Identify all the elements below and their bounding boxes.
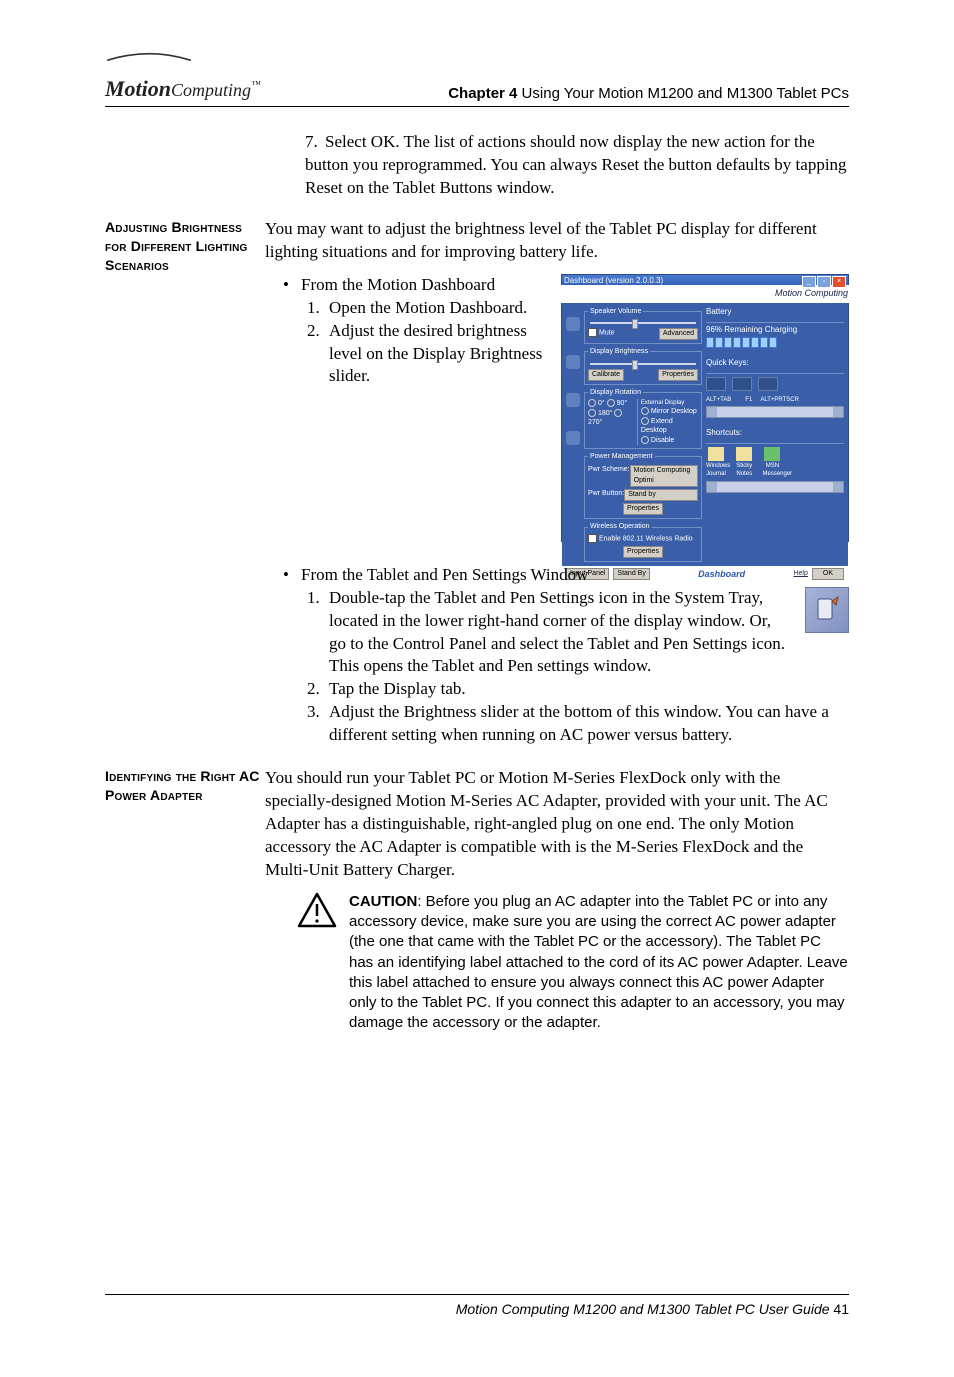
page-header: MotionComputing™ Chapter 4 Using Your Mo… [105,50,849,107]
rot-90 [607,399,615,407]
caution-icon [297,892,337,935]
db-brand: Motion Computing [558,285,852,303]
battery-label: Battery [706,307,844,318]
page-number: 41 [833,1301,849,1317]
power-icon [566,393,580,407]
shortcut-sticky[interactable]: Sticky Notes [734,447,754,478]
help-link[interactable]: Help [793,569,807,578]
dashboard-label: Dashboard [654,568,790,580]
tablet-pen-settings-icon [805,587,849,633]
mute-checkbox [588,328,597,337]
rot-180 [588,409,596,417]
wireless-properties-button[interactable]: Properties [623,546,663,558]
pwrbtn-select[interactable]: Stand by [624,489,698,501]
shortcuts-label: Shortcuts: [706,428,844,439]
ok-button[interactable]: OK [812,568,844,580]
caution-body: : Before you plug an AC adapter into the… [349,893,848,1032]
b1-step1: 1.Open the Motion Dashboard. [307,297,549,320]
dashboard-screenshot: Dashboard (version 2.0.0.3) _▫× Motion C… [561,274,849,542]
section1-intro: You may want to adjust the brightness le… [265,218,849,264]
chapter-line: Chapter 4 Using Your Motion M1200 and M1… [448,85,849,102]
db-side-icons [566,307,580,562]
wireless-icon [566,431,580,445]
step-number: 7. [305,131,325,154]
maximize-icon[interactable]: ▫ [817,276,831,288]
quickkeys-label: Quick Keys: [706,358,844,369]
db-window-buttons: _▫× [801,276,846,288]
logo-motion: Motion [105,76,171,101]
shortcut-journal[interactable]: Windows Journal [706,447,726,478]
bullet1-label: From the Motion Dashboard [301,274,495,297]
properties-button[interactable]: Properties [658,369,698,381]
shortcuts-scroll[interactable] [706,481,844,493]
footer-text: Motion Computing M1200 and M1300 Tablet … [456,1301,834,1317]
b1-step2: 2.Adjust the desired brightness level on… [307,320,549,389]
grp-rotation: Display Rotation 0° 90° 180° 270° Extern… [584,388,702,449]
grp-power: Power Management Pwr Scheme:Motion Compu… [584,452,702,519]
caution-label: CAUTION [349,893,417,910]
db-footer: Input Panel Stand By Dashboard Help OK [562,566,848,582]
step-text: Select OK. The list of actions should no… [305,132,847,197]
speaker-icon [566,317,580,331]
bullet2-label: From the Tablet and Pen Settings Window [301,564,588,587]
sidehead-ac-adapter: Identifying the Right AC Power Adapter [105,767,265,805]
grp-wireless: Wireless Operation Enable 802.11 Wireles… [584,522,702,561]
sidehead-brightness: Adjusting Brightness for Different Light… [105,218,265,275]
standby-button[interactable]: Stand By [613,568,649,580]
rot-270 [614,409,622,417]
quickkey-2[interactable] [732,377,752,391]
quickkey-1[interactable] [706,377,726,391]
b2-step1: 1.Double-tap the Tablet and Pen Settings… [307,587,785,679]
step-7: 7.Select OK. The list of actions should … [305,131,849,200]
quickkey-3[interactable] [758,377,778,391]
battery-status: 96% Remaining Charging [706,325,797,334]
bullet-dashboard: •From the Motion Dashboard [283,274,549,297]
logo-swoosh-icon [105,50,193,64]
grp-brightness: Display Brightness Calibrate Properties [584,347,702,384]
page-footer: Motion Computing M1200 and M1300 Tablet … [105,1294,849,1317]
minimize-icon[interactable]: _ [802,276,816,288]
caution-text: CAUTION: Before you plug an AC adapter i… [349,892,849,1034]
advanced-button[interactable]: Advanced [659,328,698,340]
brightness-slider[interactable] [590,363,696,365]
rot-0 [588,399,596,407]
quickkeys-scroll[interactable] [706,406,844,418]
wireless-checkbox [588,534,597,543]
logo-computing: Computing [171,80,251,100]
battery-bar [706,337,844,348]
grp-speaker: Speaker Volume Mute Advanced [584,307,702,344]
volume-slider[interactable] [590,322,696,324]
db-title: Dashboard (version 2.0.0.3) [564,276,663,287]
shortcut-msn[interactable]: MSN Messenger [762,447,782,478]
calibrate-button[interactable]: Calibrate [588,369,624,381]
pwr-properties-button[interactable]: Properties [623,503,663,515]
section2-body: You should run your Tablet PC or Motion … [265,767,849,882]
b2-step2: 2.Tap the Display tab. [307,678,849,701]
b2-step3: 3.Adjust the Brightness slider at the bo… [307,701,849,747]
chapter-title: Using Your Motion M1200 and M1300 Tablet… [517,85,849,102]
chapter-number: Chapter 4 [448,85,517,102]
brand-logo: MotionComputing™ [105,50,261,102]
close-icon[interactable]: × [832,276,846,288]
display-icon [566,355,580,369]
scheme-select[interactable]: Motion Computing Optimi [630,465,698,487]
